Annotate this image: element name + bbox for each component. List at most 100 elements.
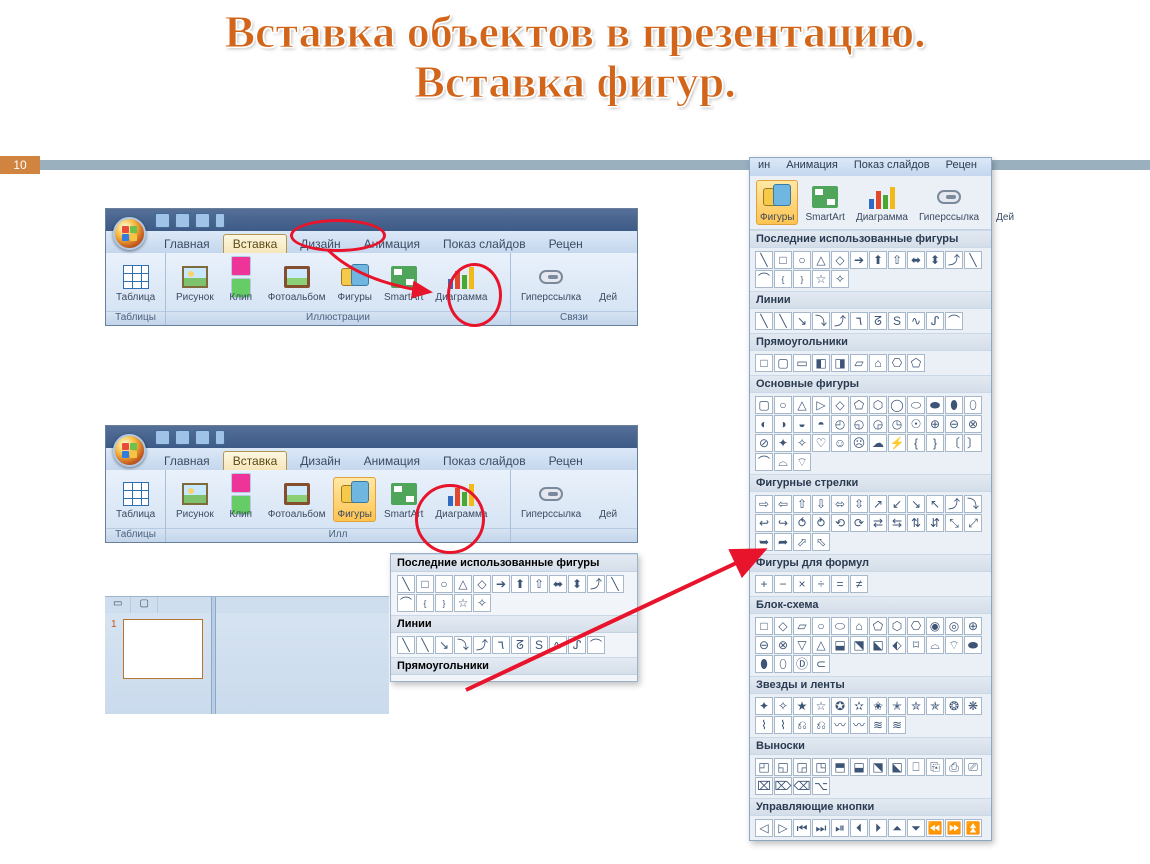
shape-item[interactable]: ⤢ [964,514,982,532]
shape-item[interactable]: ▱ [793,617,811,635]
tab-Главная[interactable]: Главная [154,451,220,470]
shape-item[interactable]: ▢ [755,396,773,414]
shape-item[interactable]: ╲ [755,312,773,330]
shape-item[interactable]: ⬍ [568,575,586,593]
shape-item[interactable]: ⤴ [945,495,963,513]
shape-item[interactable]: ○ [435,575,453,593]
qat-redo-icon[interactable] [195,430,210,445]
Дей-button[interactable]: Дей [589,260,627,305]
shape-item[interactable]: □ [774,251,792,269]
shape-item[interactable]: ◇ [831,251,849,269]
shape-item[interactable]: ☆ [454,594,472,612]
shape-item[interactable]: □ [416,575,434,593]
shape-item[interactable]: ⌥ [812,777,830,795]
shape-item[interactable]: ⬬ [964,636,982,654]
shape-item[interactable]: ⊗ [964,415,982,433]
shape-item[interactable]: ✦ [774,434,792,452]
shape-item[interactable]: ➦ [774,533,792,551]
shape-item[interactable]: ⬍ [926,251,944,269]
SmartArt-button[interactable]: SmartArt [380,477,427,522]
qat-more-icon[interactable] [215,213,225,228]
shape-item[interactable]: ⤴ [831,312,849,330]
shape-item[interactable]: ⬮ [755,655,773,673]
shape-item[interactable]: ⤴ [473,636,491,654]
shape-item[interactable]: ᘔ [869,312,887,330]
tab-Анимация[interactable]: Анимация [354,234,430,253]
shape-item[interactable]: ◰ [755,758,773,776]
shape-item[interactable]: ◲ [793,758,811,776]
shape-item[interactable]: ⤵ [454,636,472,654]
shape-item[interactable]: { [907,434,925,452]
shape-item[interactable]: ⬌ [549,575,567,593]
shape-item[interactable]: ⌔ [945,636,963,654]
shape-item[interactable]: ✦ [755,697,773,715]
shape-item[interactable]: ◵ [850,415,868,433]
shape-item[interactable]: 〕 [964,434,982,452]
shape-item[interactable]: ↘ [435,636,453,654]
shape-item[interactable]: ﹛ [774,270,792,288]
shape-item[interactable]: ⬠ [850,396,868,414]
shape-item[interactable]: Ⓓ [793,655,811,673]
shape-item[interactable]: ╲ [416,636,434,654]
shape-item[interactable]: ◇ [774,617,792,635]
shape-item[interactable]: ⌧ [755,777,773,795]
slide-thumbnail[interactable] [123,619,203,679]
shape-item[interactable]: ٦ [850,312,868,330]
shape-item[interactable]: ○ [812,617,830,635]
shape-item[interactable]: ▢ [774,354,792,372]
shape-item[interactable]: ⌦ [774,777,792,795]
shape-item[interactable]: ⇅ [907,514,925,532]
shape-item[interactable]: ⏴ [850,819,868,837]
shape-item[interactable]: ★ [793,697,811,715]
shape-item[interactable]: ➥ [755,533,773,551]
shape-item[interactable]: ╲ [397,636,415,654]
shape-item[interactable]: ᔑ [568,636,586,654]
shape-item[interactable]: ⤴ [945,251,963,269]
shape-item[interactable]: ⏪ [926,819,944,837]
shape-item[interactable]: ⎕ [907,758,925,776]
shape-item[interactable]: ÷ [812,575,830,593]
shape-item[interactable]: ⎘ [926,758,944,776]
shape-item[interactable]: ⇨ [755,495,773,513]
shape-item[interactable]: ⌓ [926,636,944,654]
shape-item[interactable]: ⊖ [945,415,963,433]
shape-item[interactable]: ٦ [492,636,510,654]
shape-item[interactable]: ☺ [831,434,849,452]
shape-item[interactable]: ⌒ [587,636,605,654]
shape-item[interactable]: ᘔ [511,636,529,654]
shape-item[interactable]: ◓ [812,415,830,433]
Рисунок-button[interactable]: Рисунок [172,260,218,305]
shape-item[interactable]: ◧ [812,354,830,372]
shape-item[interactable]: ⥁ [812,514,830,532]
shape-item[interactable]: ⬡ [888,617,906,635]
shape-item[interactable]: ⬆ [511,575,529,593]
shape-item[interactable]: ╲ [606,575,624,593]
Диаграмма-button[interactable]: Диаграмма [431,477,491,522]
shape-item[interactable]: ▽ [793,636,811,654]
shape-item[interactable]: ⏶ [888,819,906,837]
shape-item[interactable]: □ [755,617,773,635]
shape-item[interactable]: } [926,434,944,452]
shape-item[interactable]: ⊘ [755,434,773,452]
shape-item[interactable]: ☉ [907,415,925,433]
shape-item[interactable]: ⌇ [774,716,792,734]
shape-item[interactable]: ⬠ [907,354,925,372]
Фотоальбом-button[interactable]: Фотоальбом [264,260,330,305]
shape-item[interactable]: ⬄ [831,495,849,513]
shape-item[interactable]: ▱ [850,354,868,372]
shape-item[interactable]: ╲ [397,575,415,593]
shape-item[interactable]: ◨ [831,354,849,372]
qat-save-icon[interactable] [155,213,170,228]
shape-item[interactable]: ✫ [850,697,868,715]
Гиперссылка-button[interactable]: Гиперссылка [915,180,983,225]
shape-item[interactable]: ◯ [888,396,906,414]
tab-Рецен[interactable]: Рецен [539,234,593,253]
shape-item[interactable]: ⇵ [926,514,944,532]
shape-item[interactable]: ↪ [774,514,792,532]
office-button[interactable] [113,217,146,250]
shape-item[interactable]: ⌓ [774,453,792,471]
shape-item[interactable]: ⇧ [888,251,906,269]
shape-item[interactable]: ⎚ [964,758,982,776]
qat-undo-icon[interactable] [175,430,190,445]
shape-item[interactable]: ✭ [888,697,906,715]
